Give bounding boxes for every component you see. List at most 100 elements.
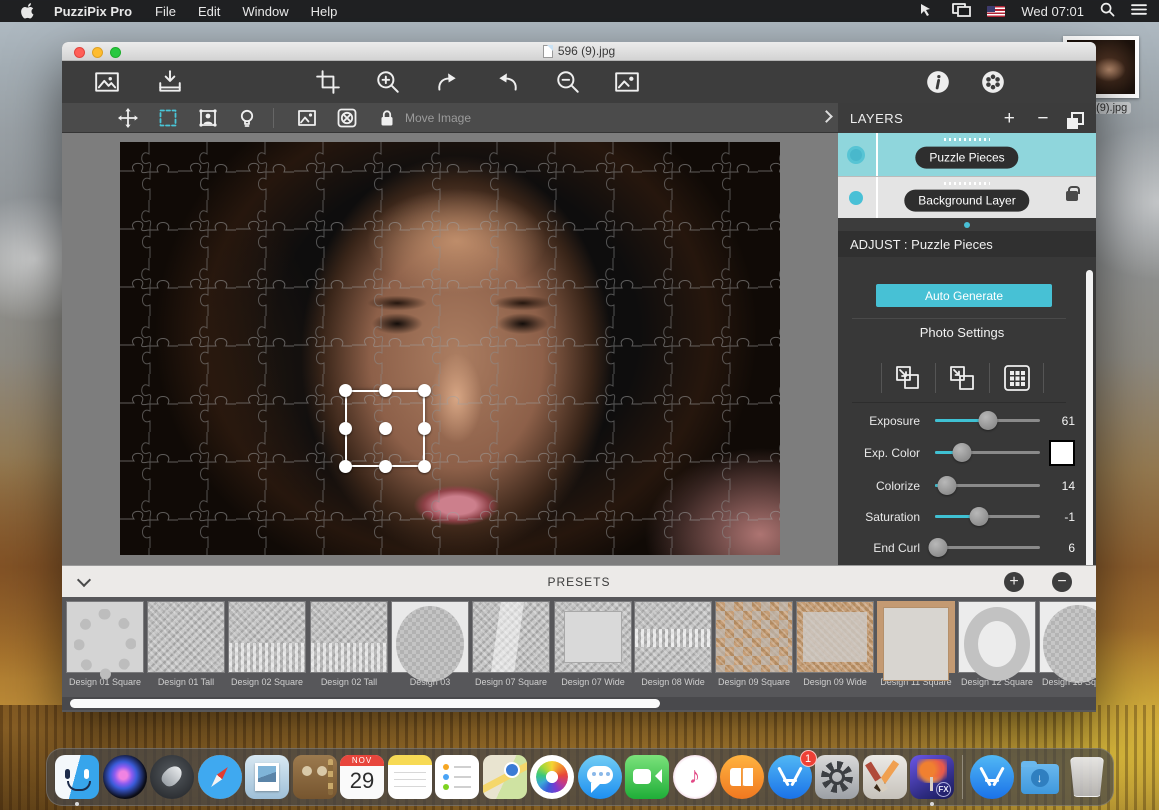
set-image-button[interactable] <box>614 69 640 95</box>
dock-itunes[interactable]: ♪ <box>673 755 717 799</box>
auto-generate-button[interactable]: Auto Generate <box>876 284 1052 307</box>
dock-facetime[interactable] <box>625 755 669 799</box>
menu-window[interactable]: Window <box>231 4 299 19</box>
selection-handle[interactable] <box>418 384 431 397</box>
preset-thumbnail[interactable] <box>391 601 469 673</box>
lighting-tool[interactable] <box>237 108 257 128</box>
zoom-button[interactable] <box>110 47 121 58</box>
redo-button[interactable] <box>495 69 521 95</box>
slider-thumb[interactable] <box>929 538 948 557</box>
dock-puzzipix[interactable]: FX <box>910 755 954 799</box>
menu-app-name[interactable]: PuzziPix Pro <box>42 4 144 19</box>
preset-item[interactable]: Design 13 Square <box>1039 601 1096 687</box>
spotlight-icon[interactable] <box>1100 2 1115 20</box>
preset-thumbnail[interactable] <box>796 601 874 673</box>
dock-contacts[interactable] <box>293 755 337 799</box>
dock-mail[interactable] <box>245 755 289 799</box>
preset-thumbnail[interactable] <box>310 601 388 673</box>
zoom-in-button[interactable] <box>375 69 401 95</box>
remove-layer-button[interactable]: − <box>1037 109 1049 128</box>
dock-reminders[interactable] <box>435 755 479 799</box>
slider-thumb[interactable] <box>970 507 989 526</box>
dock-siri[interactable] <box>103 755 147 799</box>
dock-finder[interactable] <box>55 755 99 799</box>
layer-drag-dots[interactable] <box>944 138 990 141</box>
preset-thumbnail[interactable] <box>877 601 955 673</box>
preset-thumbnail[interactable] <box>147 601 225 673</box>
add-preset-button[interactable]: + <box>1004 572 1024 592</box>
layer-drag-dots[interactable] <box>944 182 990 185</box>
slider-track[interactable] <box>935 484 1040 487</box>
slider-track[interactable] <box>935 546 1040 549</box>
dock-messages[interactable] <box>578 755 622 799</box>
color-swatch[interactable] <box>1049 440 1075 466</box>
dock-ibooks[interactable] <box>720 755 764 799</box>
slider-track[interactable] <box>935 515 1040 518</box>
preset-item[interactable]: Design 11 Square <box>877 601 955 687</box>
scale-up-icon[interactable] <box>946 362 978 394</box>
menu-help[interactable]: Help <box>300 4 349 19</box>
chevron-right-icon[interactable] <box>820 110 833 123</box>
layer-visibility-toggle[interactable] <box>849 191 863 205</box>
selection-handle[interactable] <box>339 384 352 397</box>
layer-name-pill[interactable]: Puzzle Pieces <box>915 146 1018 168</box>
image-badge-tool[interactable] <box>297 108 317 128</box>
preset-item[interactable]: Design 07 Wide <box>554 601 632 687</box>
canvas-area[interactable] <box>62 133 838 565</box>
preset-item[interactable]: Design 12 Square <box>958 601 1036 687</box>
photo-tool-button[interactable] <box>94 69 120 95</box>
add-layer-button[interactable]: + <box>1004 109 1016 128</box>
dock-app-store-alt[interactable] <box>970 755 1014 799</box>
duplicate-layer-icon[interactable] <box>1071 112 1084 125</box>
close-button[interactable] <box>74 47 85 58</box>
selection-handle[interactable] <box>418 460 431 473</box>
preset-item[interactable]: Design 02 Tall <box>310 601 388 687</box>
dock-system-preferences[interactable] <box>815 755 859 799</box>
preset-item[interactable]: Design 02 Square <box>228 601 306 687</box>
apple-menu[interactable] <box>12 3 42 19</box>
dock-app-store[interactable]: 1 <box>768 755 812 799</box>
selection-handle[interactable] <box>339 460 352 473</box>
preset-thumbnail[interactable] <box>228 601 306 673</box>
presets-scrollbar-track[interactable] <box>62 697 1096 710</box>
layer-name-pill[interactable]: Background Layer <box>904 189 1029 211</box>
undo-button[interactable] <box>434 69 460 95</box>
zoom-out-button[interactable] <box>555 69 581 95</box>
slider-thumb[interactable] <box>937 476 956 495</box>
preset-thumbnail[interactable] <box>554 601 632 673</box>
preset-thumbnail[interactable] <box>1039 601 1096 673</box>
scale-down-icon[interactable] <box>892 362 924 394</box>
lock-icon[interactable] <box>377 108 397 128</box>
dock-design-app[interactable] <box>863 755 907 799</box>
preset-item[interactable]: Design 07 Square <box>472 601 550 687</box>
dock-launchpad[interactable] <box>150 755 194 799</box>
selection-handle[interactable] <box>379 460 392 473</box>
marquee-select-tool[interactable] <box>158 108 178 128</box>
dock-downloads[interactable]: ↓ <box>1018 755 1062 799</box>
preset-thumbnail[interactable] <box>472 601 550 673</box>
crop-button[interactable] <box>315 69 341 95</box>
layer-visibility-toggle[interactable] <box>847 146 865 164</box>
preset-item[interactable]: Design 01 Square <box>66 601 144 687</box>
move-tool[interactable] <box>118 108 138 128</box>
presets-scrollbar-thumb[interactable] <box>70 699 660 708</box>
layer-row-background[interactable]: Background Layer <box>838 176 1096 218</box>
portrait-select-tool[interactable] <box>198 108 218 128</box>
input-source-us-flag-icon[interactable] <box>987 6 1005 17</box>
slider-thumb[interactable] <box>953 443 972 462</box>
selection-handle[interactable] <box>339 422 352 435</box>
save-button[interactable] <box>157 69 183 95</box>
photo-puzzle-image[interactable] <box>120 142 780 555</box>
dock-photos[interactable] <box>530 755 574 799</box>
preset-item[interactable]: Design 09 Wide <box>796 601 874 687</box>
info-button[interactable] <box>925 69 951 95</box>
menu-file[interactable]: File <box>144 4 187 19</box>
settings-button[interactable] <box>980 69 1006 95</box>
selection-handle[interactable] <box>379 384 392 397</box>
menu-edit[interactable]: Edit <box>187 4 231 19</box>
dock-notes[interactable] <box>388 755 432 799</box>
preset-item[interactable]: Design 09 Square <box>715 601 793 687</box>
dock-safari[interactable] <box>198 755 242 799</box>
dock-calendar[interactable]: NOV 29 <box>340 755 384 799</box>
title-bar[interactable]: 596 (9).jpg <box>62 42 1096 61</box>
